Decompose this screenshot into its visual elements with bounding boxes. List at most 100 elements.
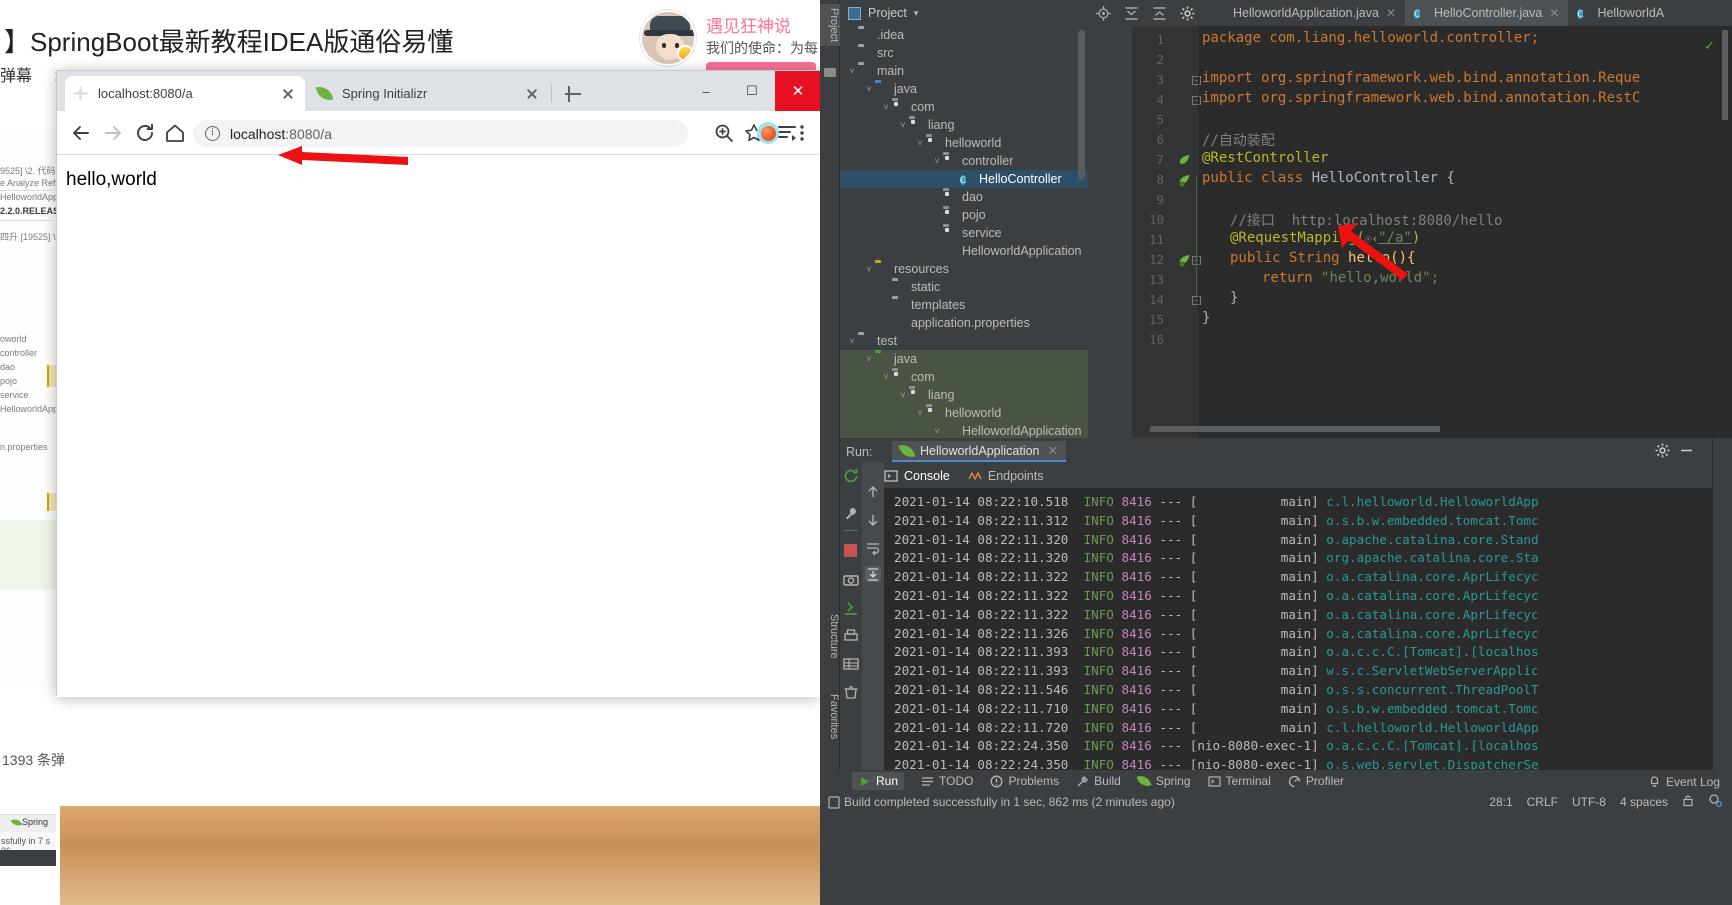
tree-node-src[interactable]: src [840,44,1088,62]
close-window-button[interactable]: ✕ [775,71,821,111]
editor-vertical-scrollbar[interactable] [1722,30,1728,120]
tree-node-java[interactable]: ˅ java [840,80,1088,98]
scroll-to-end-icon[interactable] [865,566,881,582]
maximize-button[interactable]: ☐ [729,71,775,111]
tree-node-com[interactable]: ˅ com [840,98,1088,116]
scroll-up-icon[interactable] [865,484,881,500]
print-icon[interactable] [843,628,859,644]
chevron-down-icon[interactable]: ˅ [914,137,926,149]
gear-icon[interactable] [1180,6,1195,21]
tree-node-liang[interactable]: ˅ liang [840,116,1088,134]
code-editor[interactable]: 1 2 3 4 5 6 7 8 9 10 11 12 13 14 15 16 –… [1132,26,1732,438]
tree-node-com[interactable]: ˅ com [840,368,1088,386]
tree-node-main[interactable]: ˅ main [840,62,1088,80]
home-icon[interactable] [163,121,187,145]
run-configuration-tab[interactable]: HelloworldApplication ✕ [892,441,1066,462]
soft-wrap-icon[interactable] [865,540,881,556]
line-separator[interactable]: CRLF [1527,795,1558,809]
tab-todo[interactable]: TODO [921,774,973,788]
tree-node-java[interactable]: ˅ java [840,350,1088,368]
spring-bean-gutter-icon[interactable] [1178,174,1191,187]
chevron-down-icon[interactable]: ˅ [897,389,909,401]
tab-spring[interactable]: Spring [1136,773,1191,788]
profile-avatar[interactable] [757,122,779,144]
editor-tab-helloworldapplication[interactable]: HelloworldApplication.java ✕ [1204,0,1405,26]
inspections-icon[interactable] [1708,794,1723,810]
tab-console[interactable]: Console [884,469,950,483]
trash-icon[interactable] [843,684,859,700]
chevron-down-icon[interactable]: ˅ [931,425,943,437]
close-icon[interactable]: ✕ [1048,443,1058,458]
new-tab-button[interactable] [561,82,585,106]
console-output[interactable]: 2021-01-14 08:22:10.518 INFO 8416 --- [ … [884,488,1712,770]
chevron-down-icon[interactable]: ▾ [914,8,919,19]
uploader-name[interactable]: 遇见狂神说 [706,12,791,37]
tree-node--idea[interactable]: .idea [840,26,1088,44]
status-icon[interactable] [828,796,840,812]
chevron-down-icon[interactable]: ˅ [914,407,926,419]
gear-icon[interactable] [1655,443,1670,458]
tab-profiler[interactable]: Profiler [1288,774,1344,788]
expand-all-icon[interactable] [1124,6,1139,21]
grid-icon[interactable] [843,656,859,672]
zoom-icon[interactable] [712,121,736,145]
tab-terminal[interactable]: Terminal [1207,774,1271,788]
chevron-down-icon[interactable]: ˅ [897,119,909,131]
editor-tab-helloworlda[interactable]: C HelloworldA [1568,0,1673,26]
chevron-down-icon[interactable]: ˅ [846,335,858,347]
kebab-menu-icon[interactable] [790,121,814,145]
editor-horizontal-scrollbar[interactable] [1150,426,1440,432]
site-info-icon[interactable]: i [205,126,220,141]
sidebar-item-structure[interactable]: Structure [820,610,840,663]
back-arrow-icon[interactable] [69,121,93,145]
event-log-button[interactable]: Event Log [1648,774,1720,790]
tree-scrollbar[interactable] [1078,30,1085,180]
chevron-down-icon[interactable]: ˅ [880,101,892,113]
close-icon[interactable] [279,85,297,103]
chevron-down-icon[interactable]: ˅ [863,263,875,275]
chevron-down-icon[interactable]: ˅ [931,155,943,167]
minimize-icon[interactable] [1679,443,1694,458]
inspection-ok-icon[interactable]: ✓ [1704,38,1715,54]
reload-icon[interactable] [133,121,157,145]
folder-icon[interactable] [824,68,836,77]
chevron-down-icon[interactable]: ˅ [846,65,858,77]
tree-node-helloworldapplication[interactable]: HelloworldApplication [840,242,1088,260]
tree-node-resources[interactable]: ˅ resources [840,260,1088,278]
tree-node-helloworld[interactable]: ˅ helloworld [840,404,1088,422]
chevron-down-icon[interactable]: ˅ [863,353,875,365]
address-bar[interactable]: i localhost:8080/a [193,120,688,147]
locate-icon[interactable] [1096,5,1111,21]
sidebar-item-project[interactable]: Project [820,4,840,47]
camera-icon[interactable] [843,572,859,588]
code-text-area[interactable]: package com.liang.helloworld.controller;… [1198,26,1732,438]
tree-node-controller[interactable]: ˅ controller [840,152,1088,170]
close-icon[interactable]: ✕ [1386,6,1396,20]
tree-node-templates[interactable]: templates [840,296,1088,314]
tree-node-helloworld[interactable]: ˅ helloworld [840,134,1088,152]
sidebar-item-favorites[interactable]: Favorites [820,690,840,743]
tree-node-helloworldapplication[interactable]: ˅ HelloworldApplication [840,422,1088,438]
spring-bean-gutter-icon[interactable] [1178,154,1191,167]
uploader-avatar[interactable] [640,10,696,66]
editor-tab-hellocontroller[interactable]: C HelloController.java ✕ [1404,0,1569,26]
collapse-all-icon[interactable] [1152,6,1167,21]
project-tree[interactable]: .idea src ˅ main ˅ java ˅ com ˅ liang ˅ helloworld ˅… [840,26,1088,438]
tab-build[interactable]: Build [1076,774,1121,788]
chevron-down-icon[interactable]: ˅ [880,371,892,383]
browser-tab-localhost[interactable]: localhost:8080/a [65,76,305,111]
scroll-down-icon[interactable] [865,512,881,528]
tree-node-dao[interactable]: dao [840,188,1088,206]
minimize-button[interactable]: – [683,71,729,111]
editor-gutter[interactable]: 1 2 3 4 5 6 7 8 9 10 11 12 13 14 15 16 –… [1132,26,1201,438]
tab-problems[interactable]: Problems [990,774,1059,788]
close-icon[interactable]: ✕ [1549,6,1559,20]
wrench-icon[interactable] [843,506,859,522]
tab-run[interactable]: Run [852,772,905,790]
browser-tab-spring-initializr[interactable]: Spring Initializr [309,76,549,111]
tree-node-service[interactable]: service [840,224,1088,242]
tree-node-hellocontroller[interactable]: C HelloController [840,170,1088,188]
tree-node-application-properties[interactable]: application.properties [840,314,1088,332]
close-icon[interactable] [523,85,541,103]
indent-setting[interactable]: 4 spaces [1620,795,1668,809]
